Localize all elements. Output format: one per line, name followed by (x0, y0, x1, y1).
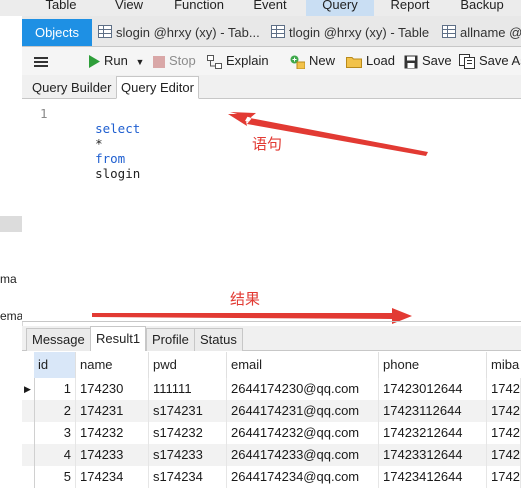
cell-id[interactable]: 1 (34, 378, 76, 400)
cell-miba[interactable]: 1742 (487, 466, 521, 488)
cell-name[interactable]: 174233 (76, 444, 149, 466)
cell-phone[interactable]: 17423112644 (379, 400, 487, 422)
tab-result1[interactable]: Result1 (90, 326, 147, 351)
cell-name[interactable]: 174231 (76, 400, 149, 422)
cell-miba[interactable]: 1742 (487, 400, 521, 422)
cell-pwd[interactable]: 111111 (149, 378, 227, 400)
column-header-id[interactable]: id (34, 352, 76, 378)
table-row[interactable]: 5 174234 s174234 2644174234@qq.com 17423… (22, 466, 521, 488)
table-row[interactable]: ▶ 1 174230 111111 2644174230@qq.com 1742… (22, 378, 521, 400)
column-header-miba[interactable]: miba (487, 352, 521, 378)
cell-email[interactable]: 2644174233@qq.com (227, 444, 379, 466)
cell-id[interactable]: 2 (34, 400, 76, 422)
annotation-result: 结果 (230, 290, 261, 308)
cell-pwd[interactable]: s174234 (149, 466, 227, 488)
cell-id[interactable]: 4 (34, 444, 76, 466)
result-grid[interactable]: id name pwd email phone miba ▶ 1 174230 … (22, 351, 521, 489)
cell-email[interactable]: 2644174232@qq.com (227, 422, 379, 444)
cell-pwd[interactable]: s174231 (149, 400, 227, 422)
column-header-email[interactable]: email (227, 352, 379, 378)
cell-miba[interactable]: 1742 (487, 378, 521, 400)
cell-id[interactable]: 5 (34, 466, 76, 488)
column-header-pwd[interactable]: pwd (149, 352, 227, 378)
cell-name[interactable]: 174232 (76, 422, 149, 444)
cell-phone[interactable]: 17423212644 (379, 422, 487, 444)
column-header-name[interactable]: name (76, 352, 149, 378)
cell-pwd[interactable]: s174232 (149, 422, 227, 444)
cell-name[interactable]: 174234 (76, 466, 149, 488)
cell-miba[interactable]: 1742 (487, 422, 521, 444)
current-row-icon: ▶ (24, 384, 31, 394)
cell-name[interactable]: 174230 (76, 378, 149, 400)
cell-miba[interactable]: 1742 (487, 444, 521, 466)
tab-status[interactable]: Status (194, 328, 243, 351)
cell-id[interactable]: 3 (34, 422, 76, 444)
tab-profile[interactable]: Profile (146, 328, 195, 351)
table-row[interactable]: 4 174233 s174233 2644174233@qq.com 17423… (22, 444, 521, 466)
annotation-statement: 语句 (252, 135, 283, 153)
cell-pwd[interactable]: s174233 (149, 444, 227, 466)
cell-email[interactable]: 2644174231@qq.com (227, 400, 379, 422)
table-row[interactable]: 3 174232 s174232 2644174232@qq.com 17423… (22, 422, 521, 444)
column-header-phone[interactable]: phone (379, 352, 487, 378)
cell-phone[interactable]: 17423312644 (379, 444, 487, 466)
table-row[interactable]: 2 174231 s174231 2644174231@qq.com 17423… (22, 400, 521, 422)
result-tabs: Message Result1 Profile Status (22, 326, 521, 351)
cell-phone[interactable]: 17423012644 (379, 378, 487, 400)
pane-splitter[interactable] (22, 321, 521, 322)
tab-message[interactable]: Message (26, 328, 91, 351)
cell-phone[interactable]: 17423412644 (379, 466, 487, 488)
cell-email[interactable]: 2644174230@qq.com (227, 378, 379, 400)
cell-email[interactable]: 2644174234@qq.com (227, 466, 379, 488)
